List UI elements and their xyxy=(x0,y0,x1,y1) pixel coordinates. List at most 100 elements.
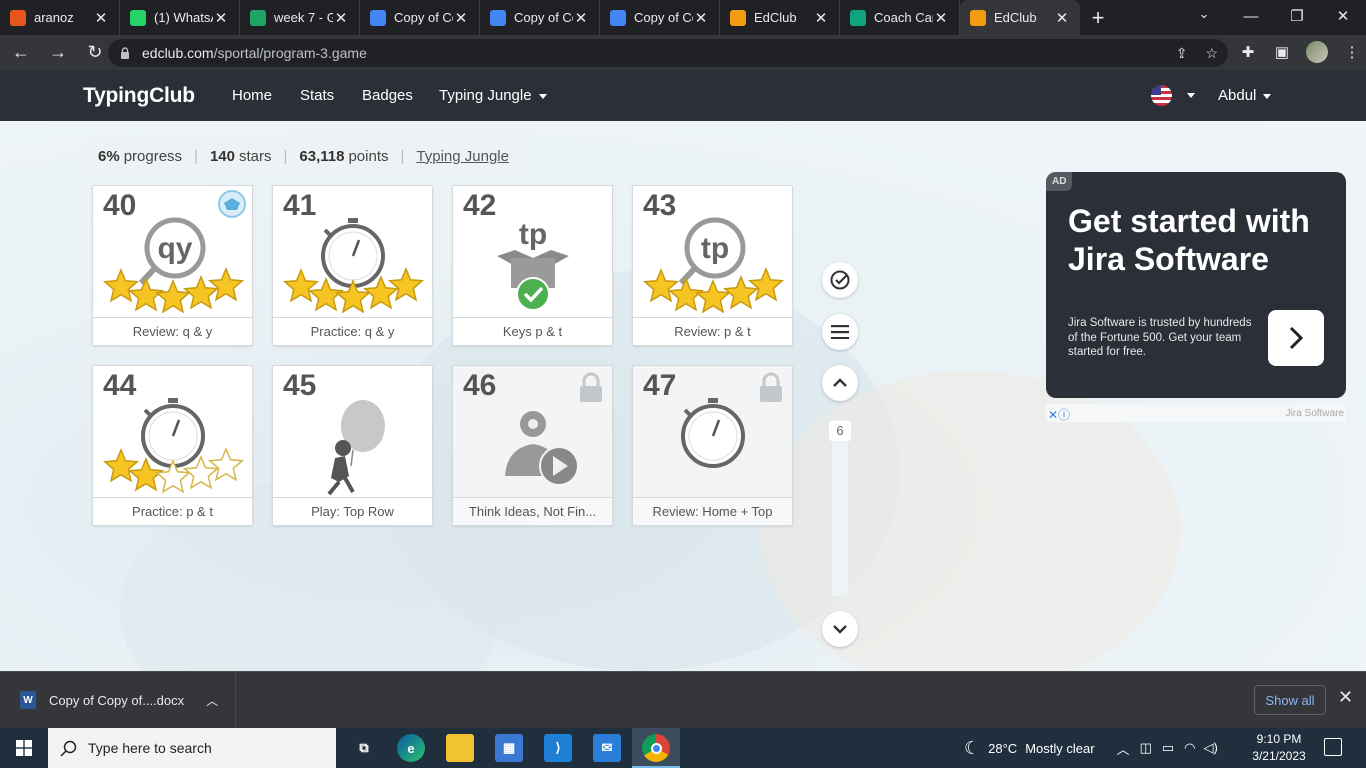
url-host: edclub.com xyxy=(142,45,214,61)
weather-moon-icon[interactable]: ☾ xyxy=(964,738,980,759)
close-tab-icon[interactable]: ✕ xyxy=(213,9,229,27)
back-arrow-icon[interactable]: ← xyxy=(5,37,37,69)
task-view-icon[interactable]: ⧉ xyxy=(350,734,378,762)
nav-home[interactable]: Home xyxy=(232,87,272,104)
site-logo[interactable]: TypingClub xyxy=(83,84,195,108)
tab-title: Copy of Co xyxy=(514,10,573,25)
url-bar[interactable]: edclub.com/sportal/program-3.game ⇪ ☆ xyxy=(108,39,1228,67)
check-circle-button[interactable] xyxy=(822,262,858,298)
browser-tab[interactable]: Coach Cart✕ xyxy=(840,0,960,35)
profile-avatar[interactable] xyxy=(1306,41,1328,63)
scroll-up-button[interactable] xyxy=(822,365,858,401)
ad-body: Jira Software is trusted by hundreds of … xyxy=(1068,317,1252,358)
browser-tab[interactable]: (1) WhatsA ✕ xyxy=(120,0,240,35)
close-tab-icon[interactable]: ✕ xyxy=(93,9,109,27)
url-path: /sportal/program-3.game xyxy=(213,45,367,61)
lesson-card[interactable]: 45 Play: Top Row xyxy=(272,365,433,526)
close-tab-icon[interactable]: ✕ xyxy=(813,9,829,27)
system-clock[interactable]: 9:10 PM 3/21/2023 xyxy=(1246,731,1312,765)
ad-go-button[interactable] xyxy=(1268,310,1324,366)
separator: | xyxy=(283,147,288,165)
separator: | xyxy=(400,147,405,165)
browser-tab[interactable]: Copy of Co ✕ xyxy=(360,0,480,35)
download-item[interactable]: W Copy of Copy of....docx ︿ xyxy=(0,672,236,728)
chrome-icon[interactable] xyxy=(642,734,670,762)
weather-description[interactable]: Mostly clear xyxy=(1025,741,1094,756)
stopwatch-icon xyxy=(321,218,385,288)
lock-icon xyxy=(760,372,782,402)
lesson-card[interactable]: 47 Review: Home + Top xyxy=(632,365,793,526)
language-dropdown[interactable] xyxy=(1180,86,1195,103)
browser-menu-icon[interactable]: ⋮ xyxy=(1342,43,1362,61)
forward-arrow-icon[interactable]: → xyxy=(42,37,74,69)
nav-stats[interactable]: Stats xyxy=(300,87,334,104)
user-menu[interactable]: Abdul xyxy=(1218,87,1272,104)
reload-icon[interactable]: ↻ xyxy=(79,37,111,69)
close-download-bar-icon[interactable]: ✕ xyxy=(1338,687,1353,708)
extensions-puzzle-icon[interactable]: ✚ xyxy=(1238,43,1258,61)
tab-title: (1) WhatsA xyxy=(154,10,213,25)
browser-tab[interactable]: EdClub ✕ xyxy=(960,0,1080,35)
meet-now-icon[interactable]: ◫ xyxy=(1140,740,1152,756)
ad-choices-icon[interactable]: ✕ⓘ xyxy=(1048,406,1070,423)
chevron-up-icon[interactable]: ︿ xyxy=(206,692,218,709)
browser-tab[interactable]: EdClub ✕ xyxy=(720,0,840,35)
new-tab-plus-icon[interactable]: + xyxy=(1080,0,1116,35)
stars-count: 140 xyxy=(209,147,235,165)
chevron-down-icon xyxy=(538,93,547,99)
lesson-card[interactable]: 46 Think Ideas, Not Fin... xyxy=(452,365,613,526)
close-tab-icon[interactable]: ✕ xyxy=(1054,9,1070,27)
nav-typing-jungle-dropdown[interactable]: Typing Jungle xyxy=(439,87,547,104)
mail-icon[interactable]: ✉ xyxy=(593,734,621,762)
tab-title: Coach Cart xyxy=(874,10,933,25)
wifi-icon[interactable]: ◠ xyxy=(1184,740,1195,756)
lesson-card[interactable]: qy 40 Review: q & y xyxy=(92,185,253,346)
close-tab-icon[interactable]: ✕ xyxy=(333,9,349,27)
volume-icon[interactable]: ◁) xyxy=(1204,740,1218,756)
side-panel-icon[interactable]: ▣ xyxy=(1272,43,1292,61)
tab-search-chevron-icon[interactable]: ⌄ xyxy=(1192,6,1216,22)
browser-tab[interactable]: Copy of Co ✕ xyxy=(480,0,600,35)
edge-icon[interactable]: e xyxy=(397,734,425,762)
browser-tab[interactable]: week 7 - G ✕ xyxy=(240,0,360,35)
battery-icon[interactable]: ▭ xyxy=(1162,740,1174,756)
bookmark-star-icon[interactable]: ☆ xyxy=(1205,45,1218,62)
tab-favicon-icon xyxy=(130,9,146,26)
us-flag-icon[interactable] xyxy=(1151,85,1172,106)
start-button[interactable] xyxy=(0,728,48,768)
restore-icon[interactable]: ❐ xyxy=(1274,0,1320,32)
file-explorer-icon[interactable] xyxy=(446,734,474,762)
lesson-card[interactable]: 41 Practice: q & y xyxy=(272,185,433,346)
menu-button[interactable] xyxy=(822,314,858,350)
close-tab-icon[interactable]: ✕ xyxy=(573,9,589,27)
tab-title: week 7 - G xyxy=(274,10,333,25)
vscode-icon[interactable]: ⟩ xyxy=(544,734,572,762)
minimize-icon[interactable]: — xyxy=(1228,0,1274,32)
show-hidden-icons-chevron-icon[interactable]: ︿ xyxy=(1117,739,1130,758)
weather-temperature[interactable]: 28°C xyxy=(988,741,1017,756)
show-all-button[interactable]: Show all xyxy=(1254,685,1326,715)
close-tab-icon[interactable]: ✕ xyxy=(693,9,709,27)
lesson-card[interactable]: tp 43 Review: p & t xyxy=(632,185,793,346)
rating-star-icon xyxy=(642,268,680,303)
browser-tab[interactable]: Copy of Co ✕ xyxy=(600,0,720,35)
lesson-card[interactable]: tp 42 Keys p & t xyxy=(452,185,613,346)
lesson-card[interactable]: 44 Practice: p & t xyxy=(92,365,253,526)
close-tab-icon[interactable]: ✕ xyxy=(453,9,469,27)
microsoft-store-icon[interactable]: ▦ xyxy=(495,734,523,762)
jira-ad[interactable]: AD Get started with Jira Software Jira S… xyxy=(1046,172,1346,398)
close-window-icon[interactable]: ✕ xyxy=(1320,0,1366,32)
program-link[interactable]: Typing Jungle xyxy=(416,148,509,165)
notifications-icon[interactable] xyxy=(1324,738,1342,756)
tab-favicon-icon xyxy=(370,9,386,26)
close-tab-icon[interactable]: ✕ xyxy=(933,9,949,27)
page-scroll-track[interactable] xyxy=(832,420,848,596)
share-icon[interactable]: ⇪ xyxy=(1176,45,1188,62)
nav-badges[interactable]: Badges xyxy=(362,87,413,104)
lesson-caption: Review: q & y xyxy=(93,317,252,345)
svg-text:qy: qy xyxy=(157,232,192,265)
scroll-down-button[interactable] xyxy=(822,611,858,647)
taskbar-search[interactable]: Type here to search xyxy=(48,728,336,768)
browser-tab[interactable]: aranoz ✕ xyxy=(0,0,120,35)
check-circle-icon xyxy=(830,270,850,290)
